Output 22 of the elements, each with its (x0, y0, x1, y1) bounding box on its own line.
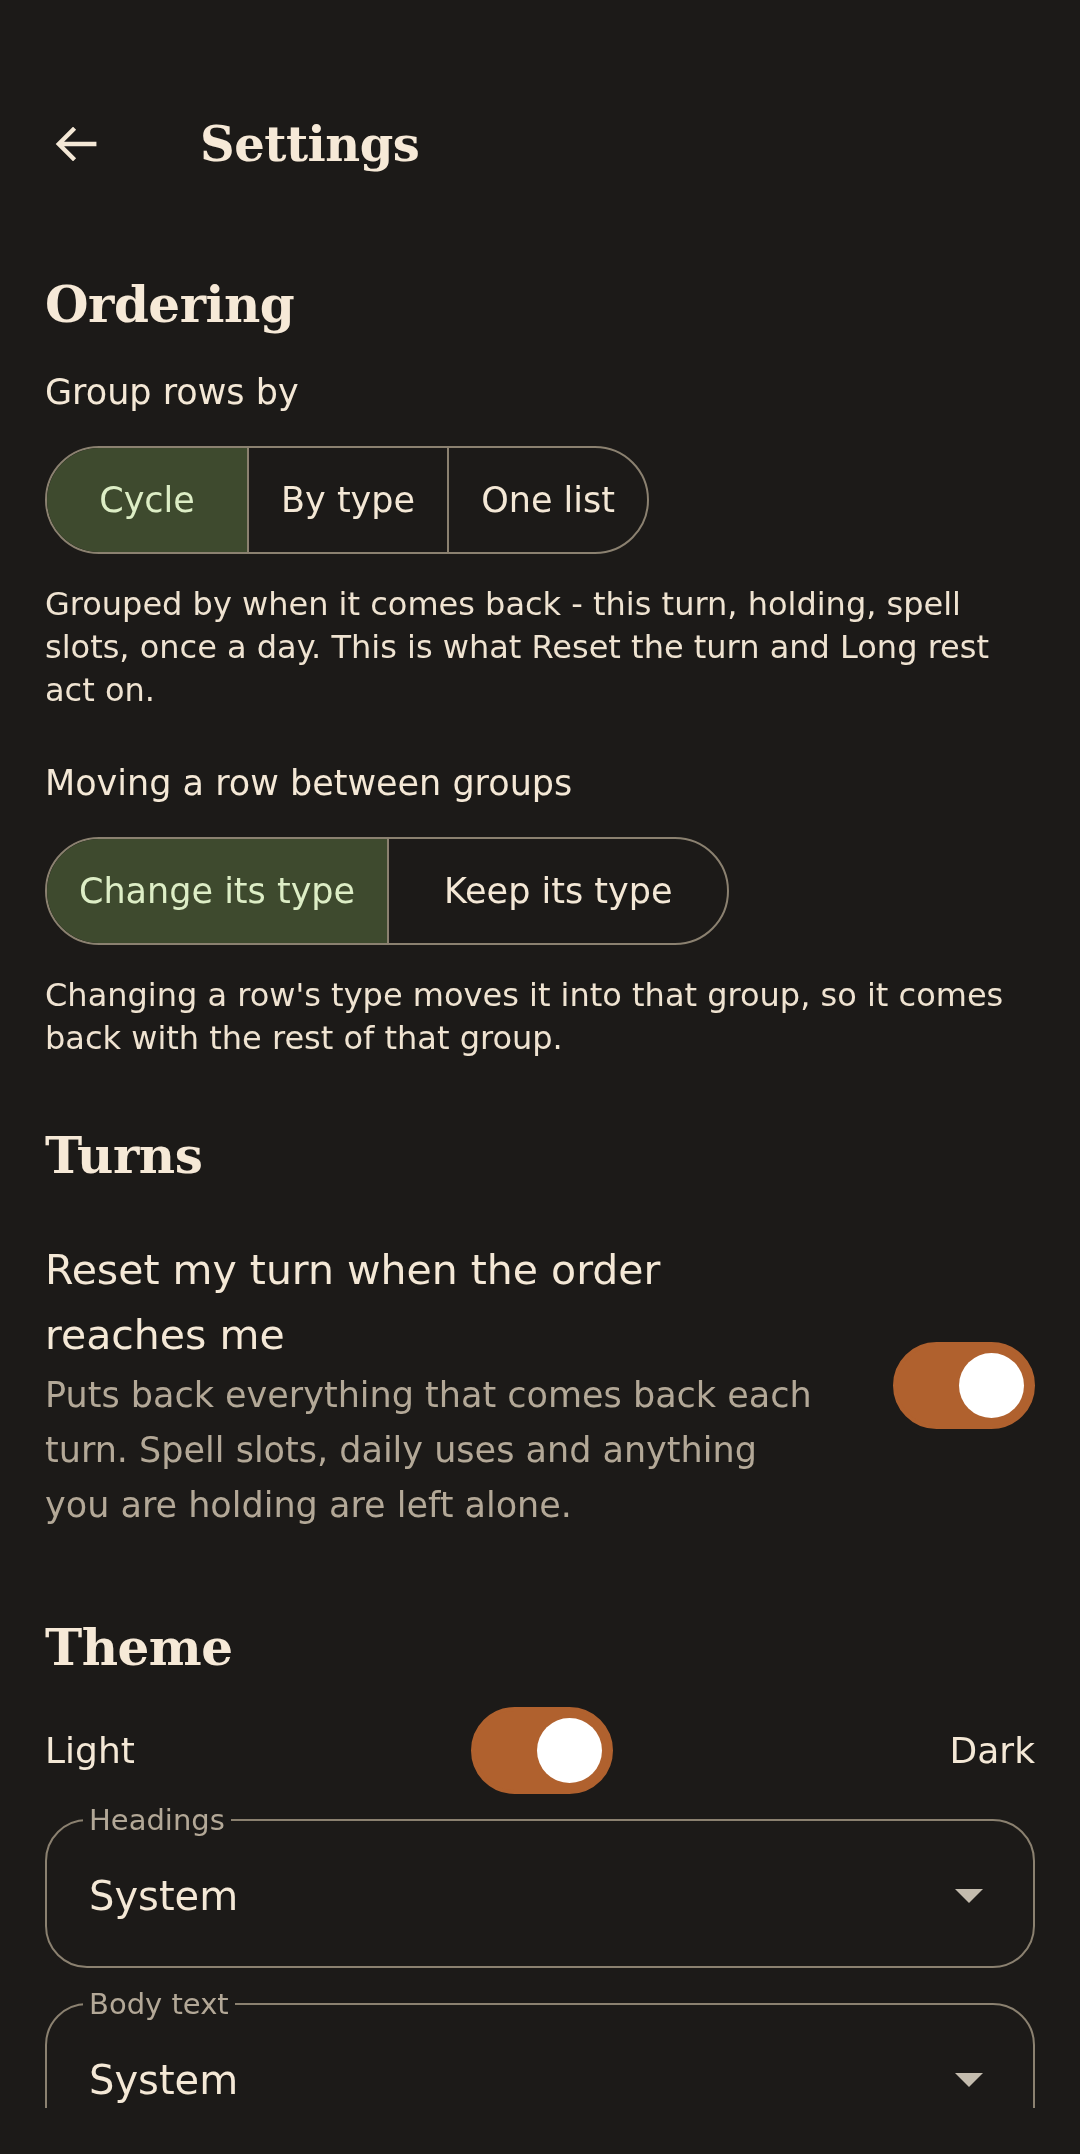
setting-title: Reset my turn when the order reaches me (45, 1245, 662, 1361)
caret-icon (955, 1889, 983, 1903)
setting-label: Moving a row between groups (45, 762, 573, 805)
field-label: Headings (88, 1802, 226, 1838)
setting-label: Group rows by (45, 371, 299, 414)
help-text: Grouped by when it comes back - this turn, holding, spell slots, once a day. This is what Reset the turn and Long rest act on. (45, 584, 990, 711)
help-text: Changing a row's type moves it into that group, so it comes back with the rest of that group. (45, 975, 1005, 1059)
segment-button[interactable]: By type (247, 448, 448, 552)
theme-option-label: Dark (949, 1728, 1035, 1773)
back-arrow-icon (55, 127, 99, 161)
segment-button[interactable]: One list (447, 448, 648, 552)
setting-description: Puts back everything that comes back each turn. Spell slots, daily uses and anything you are holding are left alone. (45, 1374, 813, 1527)
page-title: Settings (200, 115, 420, 174)
segment-button[interactable]: Keep its type (387, 839, 728, 943)
theme-option-label: Light (45, 1728, 135, 1773)
section-heading: Theme (45, 1617, 233, 1679)
caret-icon (955, 2073, 983, 2087)
section-heading: Ordering (45, 274, 295, 336)
field-label: Body text (88, 1986, 230, 2022)
segment-button[interactable]: Cycle (47, 448, 248, 552)
section-heading: Turns (45, 1125, 203, 1187)
segment-button[interactable]: Change its type (47, 839, 388, 943)
